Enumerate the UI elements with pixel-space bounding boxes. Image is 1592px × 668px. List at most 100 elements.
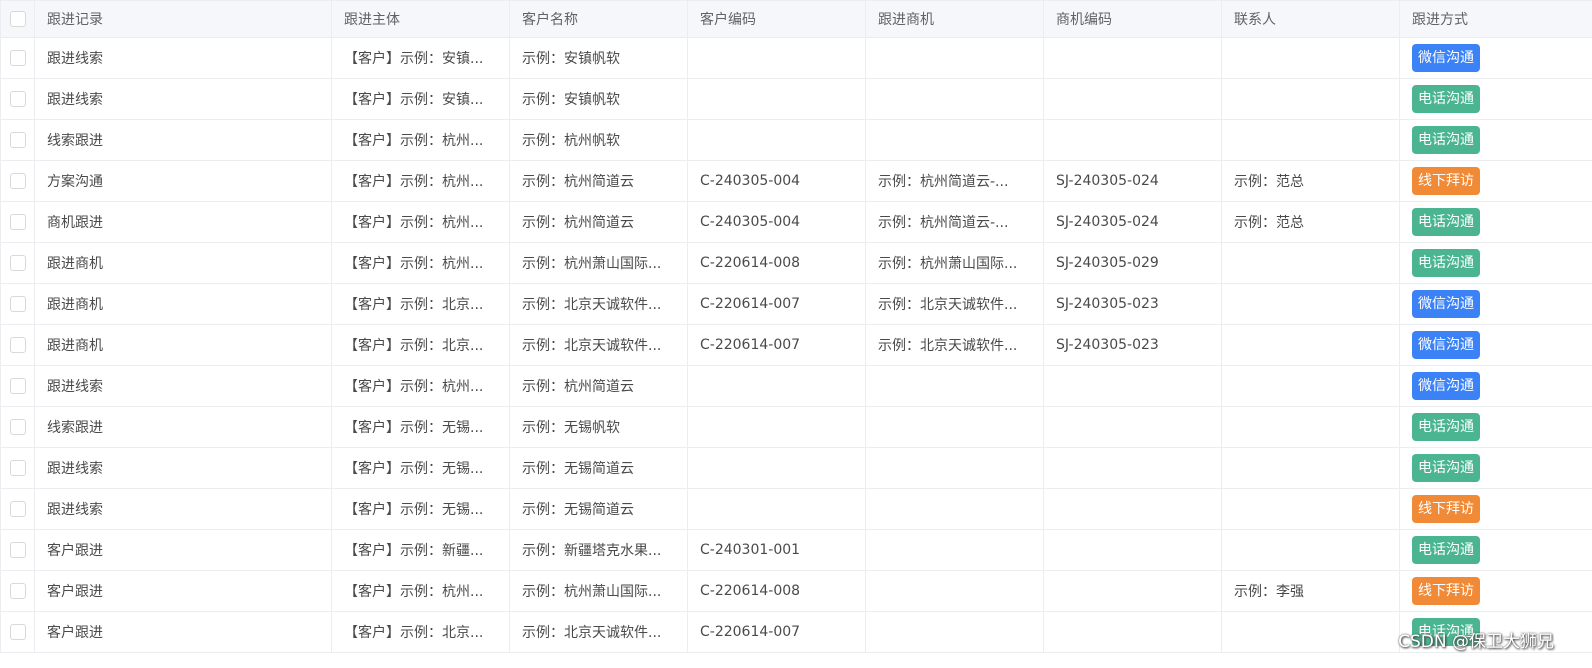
header-record[interactable]: 跟进记录 (34, 0, 332, 38)
method-tag: 电话沟通 (1412, 126, 1480, 154)
header-opportunity[interactable]: 跟进商机 (865, 0, 1044, 38)
cell-subject: 【客户】示例：杭州... (331, 365, 510, 407)
cell-subject: 【客户】示例：北京... (331, 324, 510, 366)
header-method[interactable]: 跟进方式 (1399, 0, 1592, 38)
row-checkbox-cell[interactable] (0, 488, 35, 530)
cell-opportunity (865, 447, 1044, 489)
cell-method: 微信沟通 (1399, 37, 1592, 79)
cell-opportunity-code (1043, 78, 1222, 120)
row-checkbox-cell[interactable] (0, 37, 35, 79)
cell-customer-name: 示例：安镇帆软 (509, 37, 688, 79)
row-checkbox[interactable] (9, 255, 26, 271)
cell-customer-name: 示例：安镇帆软 (509, 78, 688, 120)
cell-customer-code: C-220614-007 (687, 324, 866, 366)
table-row[interactable]: 线索跟进 【客户】示例：无锡... 示例：无锡帆软 电话沟通 (0, 406, 1592, 448)
cell-opportunity (865, 37, 1044, 79)
cell-opportunity-code: SJ-240305-024 (1043, 201, 1222, 243)
cell-subject: 【客户】示例：杭州... (331, 160, 510, 202)
row-checkbox-cell[interactable] (0, 406, 35, 448)
row-checkbox[interactable] (9, 460, 26, 476)
method-tag: 电话沟通 (1412, 85, 1480, 113)
table-row[interactable]: 客户跟进 【客户】示例：新疆... 示例：新疆塔克水果... C-240301-001… (0, 529, 1592, 571)
row-checkbox[interactable] (9, 337, 26, 353)
row-checkbox[interactable] (9, 542, 26, 558)
row-checkbox[interactable] (9, 91, 26, 107)
cell-opportunity (865, 611, 1044, 653)
cell-opportunity-code (1043, 365, 1222, 407)
table-row[interactable]: 线索跟进 【客户】示例：杭州... 示例：杭州帆软 电话沟通 (0, 119, 1592, 161)
row-checkbox-cell[interactable] (0, 119, 35, 161)
table-row[interactable]: 跟进商机 【客户】示例：北京... 示例：北京天诚软件... C-220614-007… (0, 283, 1592, 325)
row-checkbox-cell[interactable] (0, 324, 35, 366)
row-checkbox[interactable] (9, 173, 26, 189)
row-checkbox-cell[interactable] (0, 570, 35, 612)
table-row[interactable]: 方案沟通 【客户】示例：杭州... 示例：杭州简道云 C-240305-004 示例：杭… (0, 160, 1592, 202)
row-checkbox-cell[interactable] (0, 242, 35, 284)
row-checkbox[interactable] (9, 378, 26, 394)
select-all-checkbox-cell[interactable] (0, 0, 35, 38)
header-customer-name[interactable]: 客户名称 (509, 0, 688, 38)
cell-contact (1221, 406, 1400, 448)
header-subject[interactable]: 跟进主体 (331, 0, 510, 38)
row-checkbox-cell[interactable] (0, 611, 35, 653)
table-row[interactable]: 跟进线索 【客户】示例：安镇... 示例：安镇帆软 微信沟通 (0, 37, 1592, 79)
row-checkbox-cell[interactable] (0, 529, 35, 571)
row-checkbox-cell[interactable] (0, 283, 35, 325)
row-checkbox[interactable] (9, 214, 26, 230)
row-checkbox-cell[interactable] (0, 365, 35, 407)
cell-subject: 【客户】示例：安镇... (331, 78, 510, 120)
cell-method: 电话沟通 (1399, 78, 1592, 120)
cell-opportunity (865, 488, 1044, 530)
header-opportunity-code[interactable]: 商机编码 (1043, 0, 1222, 38)
table-row[interactable]: 跟进线索 【客户】示例：杭州... 示例：杭州简道云 微信沟通 (0, 365, 1592, 407)
cell-contact: 示例：范总 (1221, 160, 1400, 202)
table-row[interactable]: 跟进线索 【客户】示例：安镇... 示例：安镇帆软 电话沟通 (0, 78, 1592, 120)
watermark: CSDN @保卫大狮兄 (1398, 632, 1554, 652)
select-all-checkbox[interactable] (9, 11, 26, 27)
header-contact[interactable]: 联系人 (1221, 0, 1400, 38)
table-row[interactable]: 跟进线索 【客户】示例：无锡... 示例：无锡简道云 线下拜访 (0, 488, 1592, 530)
row-checkbox-cell[interactable] (0, 447, 35, 489)
cell-method: 微信沟通 (1399, 324, 1592, 366)
row-checkbox-cell[interactable] (0, 160, 35, 202)
cell-method: 电话沟通 (1399, 201, 1592, 243)
method-tag: 电话沟通 (1412, 208, 1480, 236)
cell-customer-name: 示例：北京天诚软件... (509, 611, 688, 653)
cell-subject: 【客户】示例：北京... (331, 611, 510, 653)
cell-opportunity (865, 365, 1044, 407)
table-row[interactable]: 商机跟进 【客户】示例：杭州... 示例：杭州简道云 C-240305-004 示例：杭… (0, 201, 1592, 243)
cell-customer-code (687, 488, 866, 530)
cell-customer-name: 示例：杭州简道云 (509, 201, 688, 243)
cell-customer-code (687, 37, 866, 79)
cell-method: 线下拜访 (1399, 488, 1592, 530)
table-row[interactable]: 跟进商机 【客户】示例：杭州... 示例：杭州萧山国际... C-220614-008… (0, 242, 1592, 284)
cell-opportunity-code: SJ-240305-029 (1043, 242, 1222, 284)
cell-record: 客户跟进 (34, 611, 332, 653)
row-checkbox[interactable] (9, 501, 26, 517)
table-row[interactable]: 客户跟进 【客户】示例：杭州... 示例：杭州萧山国际... C-220614-008… (0, 570, 1592, 612)
header-customer-code[interactable]: 客户编码 (687, 0, 866, 38)
cell-contact (1221, 488, 1400, 530)
row-checkbox[interactable] (9, 624, 26, 640)
row-checkbox-cell[interactable] (0, 78, 35, 120)
cell-subject: 【客户】示例：北京... (331, 283, 510, 325)
row-checkbox[interactable] (9, 583, 26, 599)
cell-contact (1221, 78, 1400, 120)
cell-contact (1221, 324, 1400, 366)
table-row[interactable]: 跟进商机 【客户】示例：北京... 示例：北京天诚软件... C-220614-007… (0, 324, 1592, 366)
row-checkbox-cell[interactable] (0, 201, 35, 243)
cell-customer-code: C-240305-004 (687, 201, 866, 243)
cell-customer-code (687, 447, 866, 489)
cell-opportunity-code (1043, 37, 1222, 79)
table-row[interactable]: 客户跟进 【客户】示例：北京... 示例：北京天诚软件... C-220614-007… (0, 611, 1592, 653)
cell-customer-code: C-220614-007 (687, 283, 866, 325)
table-row[interactable]: 跟进线索 【客户】示例：无锡... 示例：无锡简道云 电话沟通 (0, 447, 1592, 489)
row-checkbox[interactable] (9, 419, 26, 435)
cell-subject: 【客户】示例：无锡... (331, 447, 510, 489)
row-checkbox[interactable] (9, 50, 26, 66)
row-checkbox[interactable] (9, 132, 26, 148)
cell-opportunity-code (1043, 447, 1222, 489)
cell-contact (1221, 611, 1400, 653)
method-tag: 线下拜访 (1412, 167, 1480, 195)
row-checkbox[interactable] (9, 296, 26, 312)
